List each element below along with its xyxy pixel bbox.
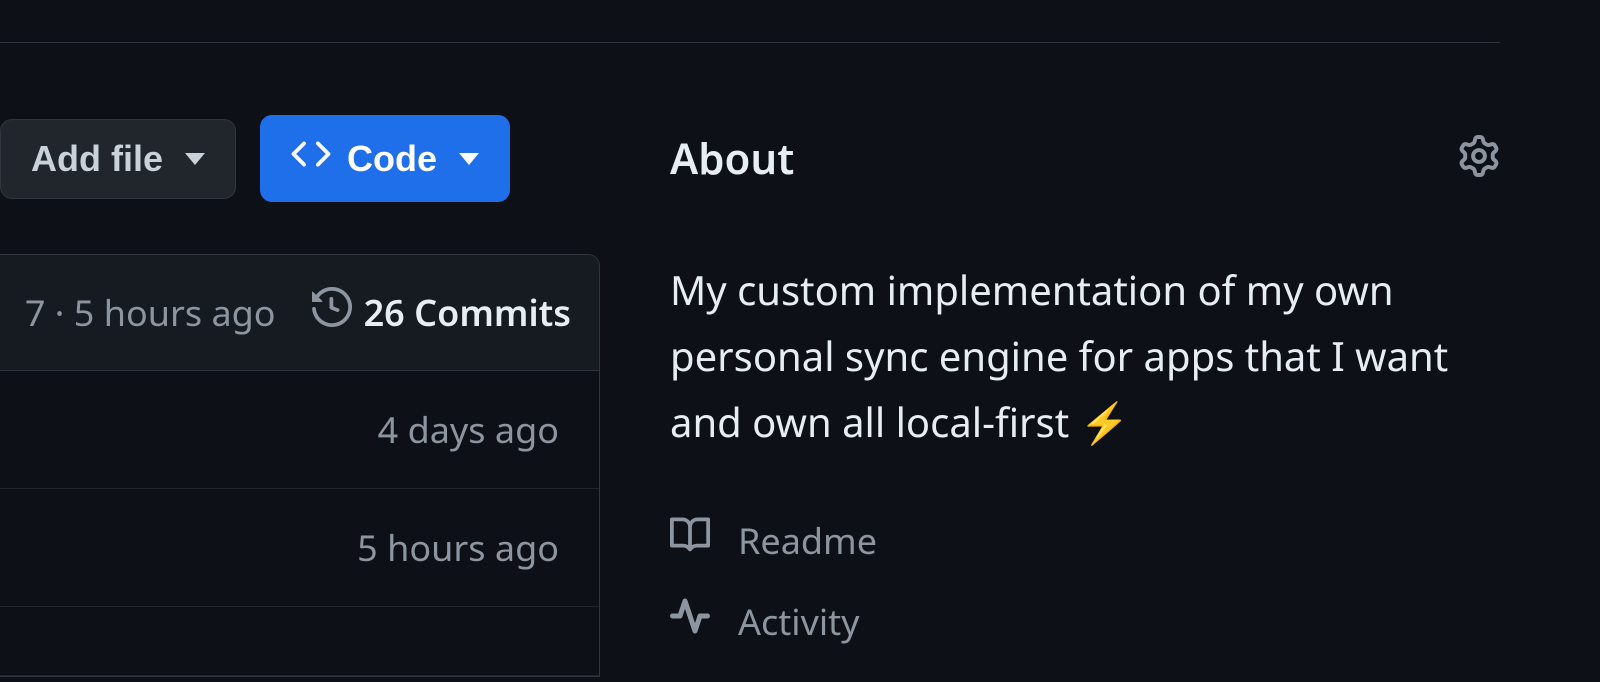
file-list-panel: 7 · 5 hours ago 26 Commits 4 days ago 5 … xyxy=(0,254,600,677)
latest-commit-meta: 7 · 5 hours ago xyxy=(25,288,276,337)
header-divider xyxy=(0,42,1500,43)
table-row[interactable]: 5 hours ago xyxy=(0,489,599,607)
commits-count-label: 26 Commits xyxy=(364,288,571,337)
activity-label: Activity xyxy=(738,597,860,646)
code-label: Code xyxy=(347,138,437,180)
caret-down-icon xyxy=(185,153,205,165)
table-row[interactable]: 4 days ago xyxy=(0,371,599,489)
gear-icon[interactable] xyxy=(1458,135,1500,182)
about-description: My custom implementation of my own perso… xyxy=(670,257,1500,455)
file-list-header: 7 · 5 hours ago 26 Commits xyxy=(0,255,599,371)
about-links: Readme Activity xyxy=(670,515,1500,647)
book-icon xyxy=(670,515,710,566)
file-time: 5 hours ago xyxy=(357,523,559,572)
repo-toolbar: Add file Code xyxy=(0,115,510,202)
readme-link[interactable]: Readme xyxy=(670,515,1500,566)
commits-link[interactable]: 26 Commits xyxy=(312,287,571,338)
file-time: 4 days ago xyxy=(378,405,559,454)
pulse-icon xyxy=(670,596,710,647)
code-button[interactable]: Code xyxy=(260,115,510,202)
about-title: About xyxy=(670,130,794,187)
readme-label: Readme xyxy=(738,516,877,565)
caret-down-icon xyxy=(459,153,479,165)
add-file-label: Add file xyxy=(31,138,163,180)
about-section: About My custom implementation of my own… xyxy=(670,130,1500,647)
activity-link[interactable]: Activity xyxy=(670,596,1500,647)
add-file-button[interactable]: Add file xyxy=(0,119,236,199)
about-header: About xyxy=(670,130,1500,187)
history-icon xyxy=(312,287,352,338)
code-icon xyxy=(291,134,331,183)
table-row[interactable] xyxy=(0,607,599,676)
